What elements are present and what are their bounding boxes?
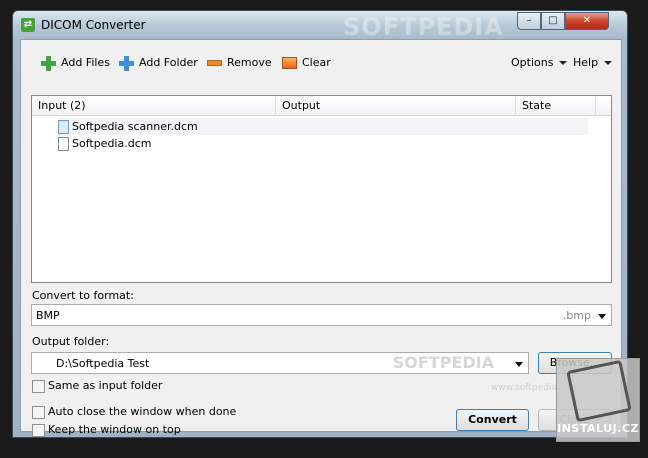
close-window-button[interactable]: ✕ [565,12,609,30]
keep-on-top-checkbox[interactable]: Keep the window on top [32,423,181,437]
add-files-button[interactable]: Add Files [41,53,110,73]
file-row[interactable]: Softpedia scanner.dcm [58,118,588,135]
window-title: DICOM Converter [41,18,146,32]
column-input[interactable]: Input (2) [32,96,276,116]
help-menu[interactable]: Help [573,53,613,73]
checkbox-box [32,379,45,393]
format-label: Convert to format: [32,289,134,302]
chevron-down-icon [604,61,613,65]
file-icon [58,120,69,134]
field-watermark: SOFTPEDIA [392,353,494,372]
output-folder-input[interactable]: D:\Softpedia Test SOFTPEDIA [31,352,529,374]
column-output[interactable]: Output [276,96,516,116]
minimize-button[interactable]: – [517,12,541,30]
add-folder-icon [119,55,134,71]
app-icon: ⇄ [21,18,35,32]
instaluj-logo-icon [566,359,632,423]
same-as-input-checkbox[interactable]: Same as input folder [32,379,162,393]
auto-close-label: Auto close the window when done [48,405,237,418]
add-files-label: Add Files [61,56,110,69]
format-extension: .bmp [562,309,591,322]
add-folder-label: Add Folder [139,56,198,69]
keep-on-top-label: Keep the window on top [48,423,181,436]
help-label: Help [573,56,599,69]
file-list-header: Input (2) Output State [32,96,611,116]
convert-button[interactable]: Convert [456,409,529,431]
file-list[interactable]: Input (2) Output State Softpedia scanner… [31,95,612,283]
chevron-down-icon [559,61,568,65]
clear-icon [282,57,297,69]
output-folder-value: D:\Softpedia Test [56,357,150,370]
clear-button[interactable]: Clear [282,53,331,73]
app-window: ⇄ DICOM Converter SOFTPEDIA – □ ✕ Add Fi… [12,10,628,438]
auto-close-checkbox[interactable]: Auto close the window when done [32,405,236,419]
title-watermark: SOFTPEDIA [343,13,504,41]
checkbox-box [32,423,45,437]
remove-icon [207,60,222,66]
title-bar[interactable]: ⇄ DICOM Converter SOFTPEDIA – □ ✕ [13,11,627,41]
file-row[interactable]: Softpedia.dcm [58,135,588,152]
badge-text: INSTALUJ.CZ [557,422,639,435]
file-name: Softpedia.dcm [72,137,152,150]
client-area: Add Files Add Folder Remove Clear Option… [20,39,622,437]
chevron-down-icon [598,314,606,319]
add-folder-button[interactable]: Add Folder [119,53,198,73]
file-name: Softpedia scanner.dcm [72,120,198,133]
format-select[interactable]: BMP .bmp [31,304,612,326]
column-state[interactable]: State [516,96,596,116]
same-as-input-label: Same as input folder [48,379,163,392]
chevron-down-icon [515,362,523,367]
add-files-icon [41,55,56,71]
options-label: Options [511,56,554,69]
output-folder-label: Output folder: [32,335,110,348]
options-menu[interactable]: Options [511,53,568,73]
remove-button[interactable]: Remove [207,53,272,73]
file-icon [58,137,69,151]
instaluj-badge: INSTALUJ.CZ [556,358,640,442]
checkbox-box [32,405,45,419]
maximize-button[interactable]: □ [541,12,565,30]
format-value: BMP [36,309,60,322]
clear-label: Clear [302,56,331,69]
remove-label: Remove [227,56,272,69]
